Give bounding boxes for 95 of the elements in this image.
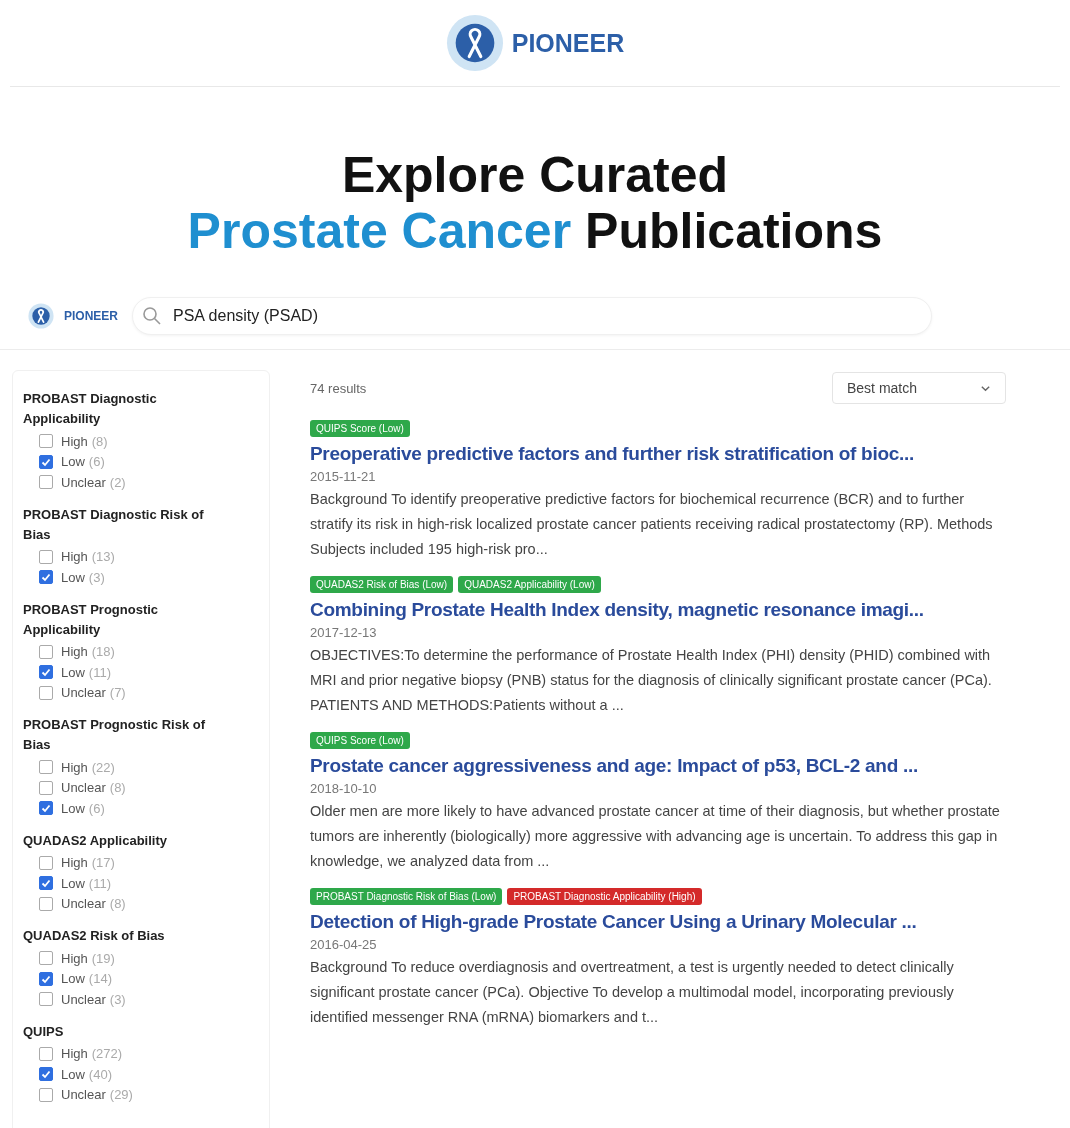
result-date: 2017-12-13 [310, 625, 378, 640]
filter-option-count: (6) [88, 800, 105, 816]
result-title-link[interactable]: Detection of High-grade Prostate Cancer Using a Urinary Molecular ... [310, 911, 1006, 933]
filter-option-count: (14) [88, 971, 112, 987]
checkbox[interactable] [39, 896, 53, 911]
tag: QUADAS2 Applicability (Low) [458, 576, 601, 593]
result-title-link[interactable]: Preoperative predictive factors and further risk stratification of bioc... [310, 443, 1006, 465]
checkbox[interactable] [39, 685, 53, 700]
filter-option-count: (8) [109, 780, 126, 796]
checkbox[interactable] [39, 801, 53, 816]
result-abstract: Background To reduce overdiagnosis and overtreatment, a test is urgently needed to detect clinically significant prostate cancer (PCa). Objective To develop a multimodal model, incorporating previously identified messenger RNA (mRNA) biomarkers and t... [310, 958, 955, 1027]
checkbox[interactable] [39, 549, 53, 564]
filter-option-count: (7) [109, 685, 126, 701]
filter-option-label[interactable]: Low [61, 664, 85, 680]
search-field[interactable]: PSA density (PSAD) [132, 297, 932, 335]
filter-option-count: (17) [91, 855, 115, 871]
tag: QUIPS Score (Low) [310, 732, 410, 749]
filter-option-label[interactable]: Unclear [61, 896, 106, 912]
result-title-link[interactable]: Combining Prostate Health Index density, magnetic resonance imagi... [310, 599, 1006, 621]
filter-option-label[interactable]: Unclear [61, 780, 106, 796]
filter-heading: PROBAST Diagnostic Risk of Bias [23, 505, 205, 544]
filter-heading: QUADAS2 Risk of Bias [23, 927, 166, 945]
tag: PROBAST Diagnostic Applicability (High) [507, 888, 702, 905]
filter-option-count: (272) [91, 1046, 123, 1062]
filter-option-count: (6) [88, 454, 105, 470]
result-date: 2018-10-10 [310, 781, 378, 796]
checkbox[interactable] [39, 1046, 53, 1061]
checkbox[interactable] [39, 434, 53, 449]
checkbox[interactable] [39, 454, 53, 469]
filter-option-label[interactable]: High [61, 549, 88, 565]
tag: QUADAS2 Risk of Bias (Low) [310, 576, 454, 593]
filter-option-label[interactable]: Unclear [61, 474, 106, 490]
filter-option-label[interactable]: Low [61, 875, 85, 891]
filter-option-count: (2) [109, 474, 126, 490]
filter-option-count: (8) [91, 433, 108, 449]
filter-option-label[interactable]: High [61, 950, 88, 966]
filter-option-count: (19) [91, 950, 115, 966]
filter-heading: PROBAST Prognostic Risk of Bias [23, 716, 207, 754]
result-abstract: Background To identify preoperative predictive factors for biochemical recurrence (BCR) and to further stratify its risk in high-risk localized prostate cancer patients receiving radical prostatectomy (RP). Methods Subjects included 195 high-risk pro... [310, 490, 994, 559]
filter-option-count: (18) [91, 644, 115, 660]
headline: Publications [585, 203, 883, 259]
checkbox[interactable] [39, 570, 53, 585]
filter-option-count: (11) [88, 875, 111, 891]
checkbox[interactable] [39, 760, 53, 775]
checkbox[interactable] [39, 780, 53, 795]
tag: QUIPS Score (Low) [310, 420, 410, 437]
filter-option-label[interactable]: Unclear [61, 991, 106, 1007]
filter-option-count: (3) [109, 991, 126, 1007]
result-date: 2016-04-25 [310, 937, 378, 952]
filter-option-count: (22) [91, 759, 115, 775]
result-title-link[interactable]: Prostate cancer aggressiveness and age: Impact of p53, BCL-2 and ... [310, 755, 1006, 777]
headline-highlight: Prostate Cancer [187, 203, 572, 259]
checkbox[interactable] [39, 855, 53, 870]
checkbox[interactable] [39, 971, 53, 986]
filter-option-count: (3) [88, 569, 105, 585]
filter-option-label[interactable]: High [61, 759, 88, 775]
filter-option-label[interactable]: High [61, 644, 88, 660]
brand-name: PIONEER [511, 28, 625, 58]
checkbox[interactable] [39, 644, 53, 659]
filter-option-count: (29) [109, 1087, 133, 1103]
results-count: 74 results [310, 380, 367, 396]
filter-option-label[interactable]: High [61, 433, 88, 449]
result-abstract: OBJECTIVES:To determine the performance of Prostate Health Index (PHI) density (PHID) combined with MRI and prior negative biopsy (PNB) status for the diagnosis of clinically significant prostate cancer (PCa). PATIENTS AND METHODS:Patients without a ... [310, 646, 993, 715]
ribbon-logo-icon [445, 14, 504, 72]
filter-option-label[interactable]: Low [61, 1066, 85, 1082]
tag: PROBAST Diagnostic Risk of Bias (Low) [310, 888, 503, 905]
filter-option-label[interactable]: Unclear [61, 685, 106, 701]
filter-option-label[interactable]: Low [61, 569, 85, 585]
filter-heading: QUIPS [23, 1022, 65, 1041]
checkbox[interactable] [39, 665, 53, 680]
result-abstract: Older men are more likely to have advanced prostate cancer at time of their diagnosis, but whether prostate tumors are inherently (biologically) more aggressive with advancing age is uncertain. To address this gap in knowledge, we analyzed data from ... [310, 802, 1001, 871]
checkbox[interactable] [39, 992, 53, 1007]
filter-option-count: (13) [91, 549, 115, 565]
checkbox[interactable] [39, 1067, 53, 1082]
filter-option-count: (40) [88, 1066, 112, 1082]
headline: Explore Curated [341, 147, 729, 203]
filter-option-label[interactable]: High [61, 1046, 88, 1062]
result-date: 2015-11-21 [310, 469, 377, 484]
filter-heading: QUADAS2 Applicability [23, 831, 168, 850]
filter-option-label[interactable]: High [61, 855, 88, 871]
filter-option-label[interactable]: Unclear [61, 1087, 106, 1103]
sort-dropdown[interactable]: Best match [832, 372, 1006, 404]
checkbox[interactable] [39, 475, 53, 490]
filter-option-label[interactable]: Low [61, 454, 85, 470]
checkbox[interactable] [39, 876, 53, 891]
filter-heading: PROBAST Diagnostic Applicability [23, 390, 158, 428]
brand-name: PIONEER [64, 309, 118, 323]
checkbox[interactable] [39, 951, 53, 966]
filter-option-count: (8) [109, 896, 126, 912]
filter-option-count: (11) [88, 664, 111, 680]
checkbox[interactable] [39, 1087, 53, 1102]
filter-heading: PROBAST Prognostic Applicability [23, 600, 160, 639]
filter-option-label[interactable]: Low [61, 800, 85, 816]
filter-option-label[interactable]: Low [61, 971, 85, 987]
ribbon-logo-icon [28, 303, 54, 329]
